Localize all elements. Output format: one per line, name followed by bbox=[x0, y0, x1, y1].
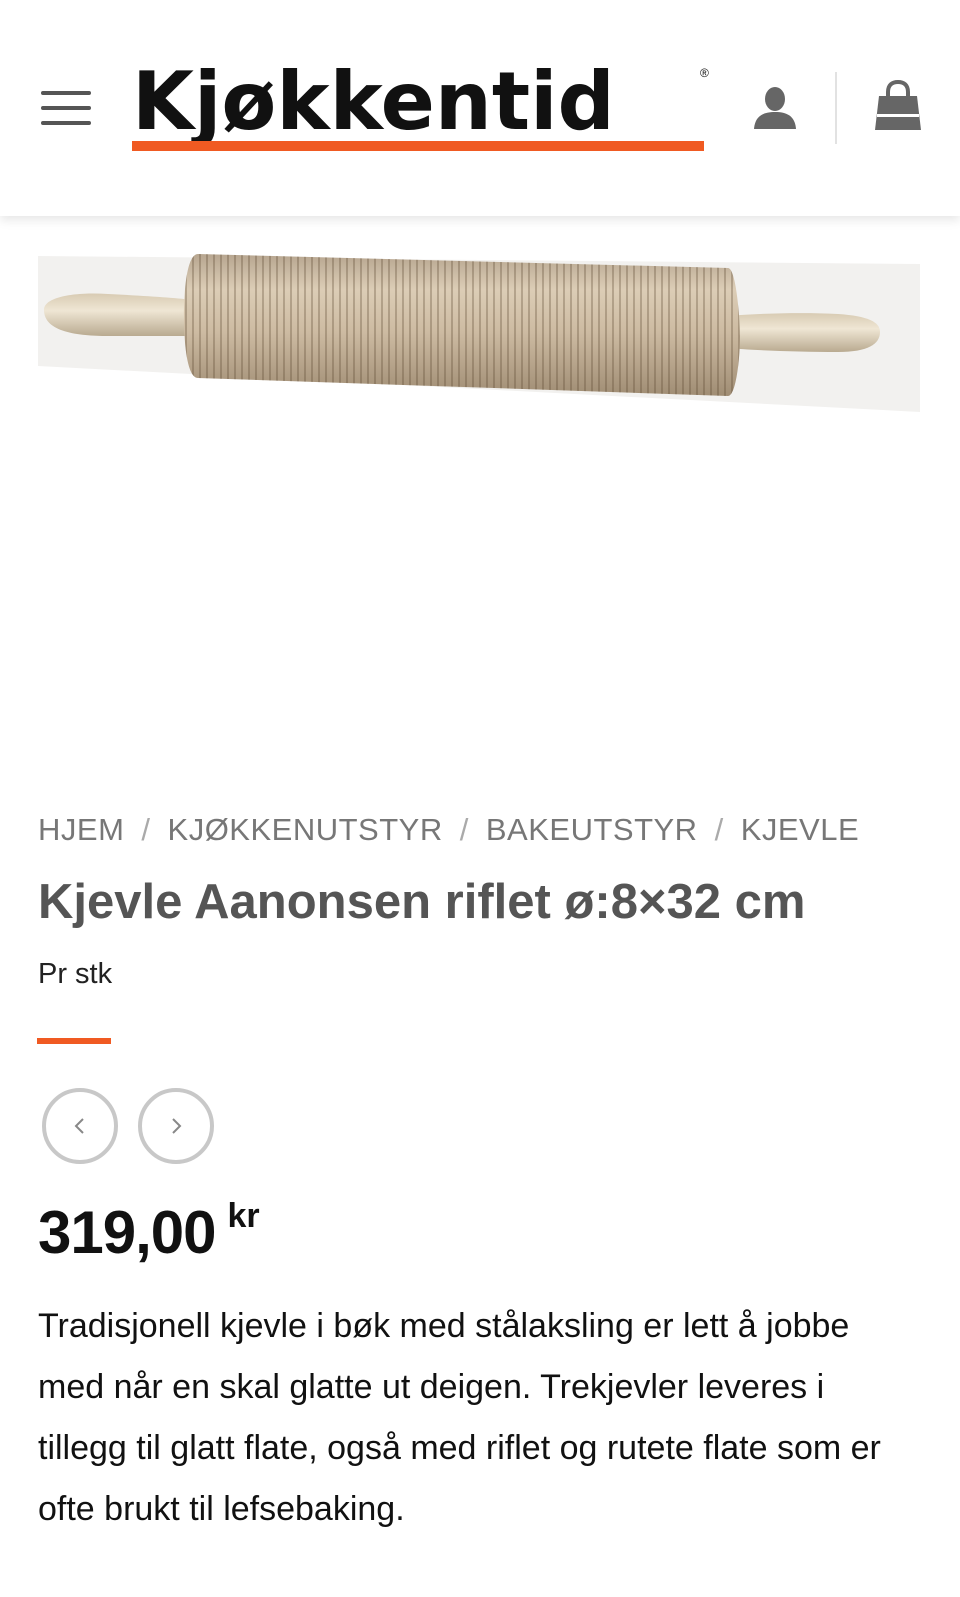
product-price: 319,00 kr bbox=[38, 1197, 260, 1267]
product-description: Tradisjonell kjevle i bøk med stålakslin… bbox=[38, 1307, 881, 1528]
breadcrumb-kitchen-equipment[interactable]: KJØKKENUTSTYR bbox=[168, 812, 443, 847]
chevron-left-icon bbox=[74, 1118, 84, 1134]
product-unit: Pr stk bbox=[38, 958, 113, 990]
hamburger-menu-icon[interactable] bbox=[41, 89, 93, 127]
logo-registered-mark: ® bbox=[700, 66, 709, 80]
breadcrumb-baking-equipment[interactable]: BAKEUTSTYR bbox=[486, 812, 698, 847]
accent-divider bbox=[37, 1038, 111, 1044]
previous-product-button[interactable] bbox=[42, 1088, 118, 1164]
breadcrumb-separator: / bbox=[459, 812, 469, 847]
site-header: Kjøkkentid ® bbox=[0, 0, 960, 216]
site-logo[interactable]: Kjøkkentid ® bbox=[132, 52, 716, 152]
breadcrumb-home[interactable]: HJEM bbox=[38, 812, 124, 847]
product-title: Kjevle Aanonsen riflet ø:8×32 cm bbox=[38, 875, 806, 929]
breadcrumb: HJEM / KJØKKENUTSTYR / BAKEUTSTYR / KJEVLE bbox=[38, 812, 938, 848]
user-icon[interactable] bbox=[752, 86, 798, 130]
next-product-button[interactable] bbox=[138, 1088, 214, 1164]
breadcrumb-separator: / bbox=[141, 812, 151, 847]
price-amount: 319,00 bbox=[38, 1199, 217, 1266]
breadcrumb-separator: / bbox=[714, 812, 724, 847]
logo-text: Kjøkkentid bbox=[132, 55, 615, 148]
shopping-bag-icon[interactable] bbox=[873, 79, 923, 132]
breadcrumb-rolling-pins[interactable]: KJEVLE bbox=[741, 812, 859, 847]
product-image[interactable] bbox=[38, 248, 920, 420]
logo-underline bbox=[132, 141, 704, 151]
chevron-right-icon bbox=[172, 1118, 182, 1134]
header-divider bbox=[835, 72, 837, 144]
price-currency: kr bbox=[227, 1197, 260, 1235]
